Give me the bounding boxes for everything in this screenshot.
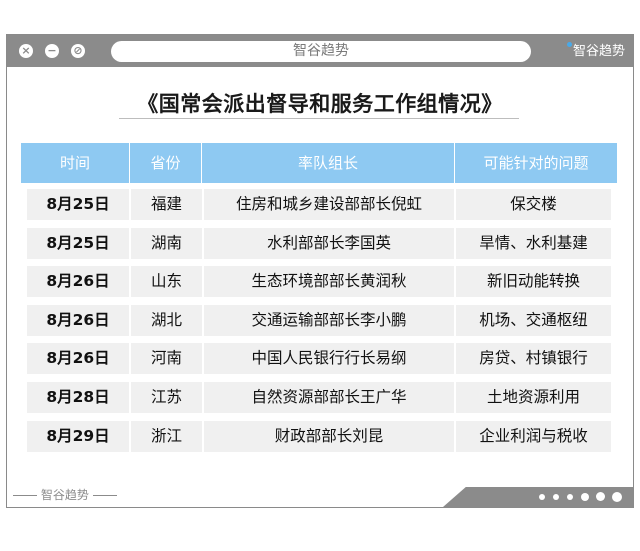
footer-brand-text: 智谷趋势	[40, 488, 89, 502]
header-issue: 可能针对的问题	[483, 154, 589, 172]
cell-date: 8月28日	[46, 388, 110, 406]
cell-date: 8月26日	[46, 349, 110, 368]
cell-leader: 交通运输部部长李小鹏	[251, 310, 407, 329]
footer-line	[92, 495, 117, 496]
cell-date: 8月25日	[46, 195, 110, 213]
cell-issue: 机场、交通枢纽	[479, 310, 588, 329]
pager-dot[interactable]	[581, 493, 589, 501]
header-time: 时间	[59, 154, 90, 172]
cell-date: 8月25日	[46, 233, 110, 252]
table-row: 8月25日 福建 住房和城乡建设部部长倪虹 保交楼	[27, 189, 611, 220]
cell-date: 8月26日	[46, 310, 110, 329]
cell-date: 8月26日	[46, 272, 110, 291]
cell-issue: 保交楼	[510, 195, 557, 213]
title-divider	[119, 118, 519, 119]
cell-province: 河南	[150, 349, 182, 368]
page-title: 《国常会派出督导和服务工作组情况》	[137, 92, 503, 116]
pager-dot[interactable]	[539, 494, 545, 500]
minimize-icon[interactable]: −	[45, 44, 59, 58]
cell-leader: 中国人民银行行长易纲	[251, 349, 407, 368]
cell-province: 湖北	[150, 310, 182, 329]
header-leader: 率队组长	[297, 154, 358, 172]
footer-line	[13, 495, 37, 496]
cell-issue: 房贷、村镇银行	[479, 349, 588, 368]
table-header: 时间 省份 率队组长 可能针对的问题	[21, 143, 617, 183]
logo-dot-icon	[566, 42, 572, 47]
pager-dot[interactable]	[567, 494, 573, 500]
table-row: 8月25日 湖南 水利部部长李国英 旱情、水利基建	[27, 227, 611, 259]
cell-issue: 企业利润与税收	[479, 426, 588, 445]
cell-leader: 水利部部长李国英	[266, 233, 391, 252]
cell-issue: 旱情、水利基建	[479, 233, 588, 252]
cell-province: 江苏	[150, 388, 182, 406]
cell-leader: 自然资源部部长王广华	[251, 388, 407, 406]
table-row: 8月28日 江苏 自然资源部部长王广华 土地资源利用	[27, 382, 611, 413]
cell-leader: 住房和城乡建设部部长倪虹	[235, 195, 422, 213]
cell-province: 福建	[150, 195, 182, 213]
browser-window: × − ⊘ 智谷趋势 智谷趋势 《国常会派出督导和服务工作组情况》 时间 省份 …	[6, 34, 634, 508]
cell-issue: 土地资源利用	[486, 388, 580, 406]
table-row: 8月29日 浙江 财政部部长刘昆 企业利润与税收	[27, 420, 611, 452]
cell-province: 山东	[150, 272, 182, 291]
pager-dot[interactable]	[596, 492, 605, 501]
pager-dot[interactable]	[553, 494, 559, 500]
cell-date: 8月29日	[46, 426, 110, 445]
close-icon[interactable]: ×	[19, 44, 33, 58]
brand-text: 智谷趋势	[572, 44, 625, 59]
cell-leader: 财政部部长刘昆	[274, 426, 384, 445]
header-province: 省份	[150, 154, 181, 172]
table-row: 8月26日 山东 生态环境部部长黄润秋 新旧动能转换	[27, 266, 611, 298]
block-icon[interactable]: ⊘	[71, 44, 85, 58]
cell-leader: 生态环境部部长黄润秋	[251, 272, 407, 291]
footer-pager	[443, 487, 633, 507]
table-row: 8月26日 湖北 交通运输部部长李小鹏 机场、交通枢纽	[27, 304, 611, 336]
title-bar: × − ⊘ 智谷趋势 智谷趋势	[7, 35, 633, 67]
footer-brand: 智谷趋势	[13, 489, 133, 501]
brand-logo: 智谷趋势	[566, 41, 625, 62]
address-bar[interactable]: 智谷趋势	[111, 41, 531, 62]
table-row: 8月26日 河南 中国人民银行行长易纲 房贷、村镇银行	[27, 343, 611, 375]
cell-issue: 新旧动能转换	[486, 272, 580, 291]
pager-dot-active[interactable]	[612, 492, 622, 502]
window-footer: 智谷趋势	[7, 483, 633, 507]
cell-province: 浙江	[150, 426, 182, 445]
cell-province: 湖南	[150, 233, 182, 252]
